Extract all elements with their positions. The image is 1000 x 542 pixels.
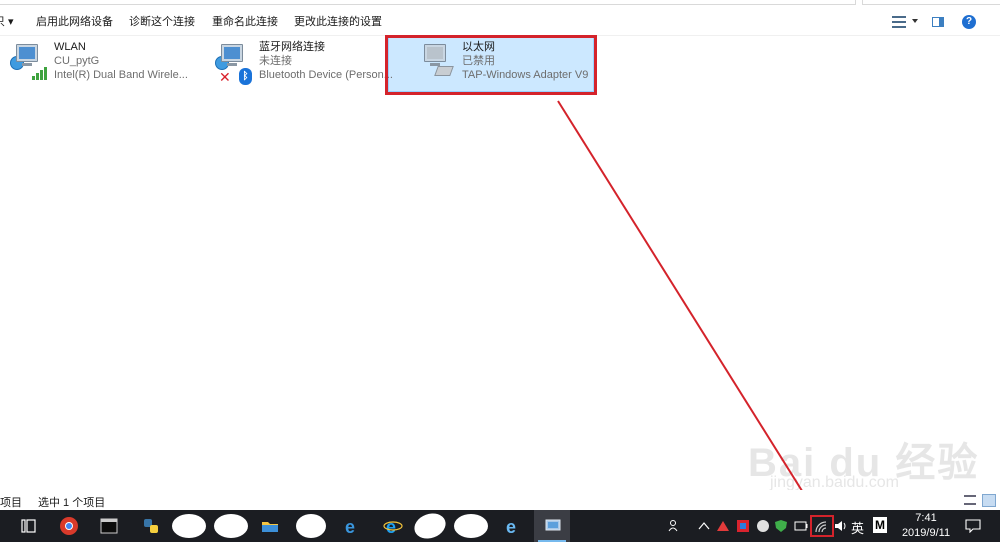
edge-icon: e bbox=[506, 517, 516, 536]
taskbar-app-terminal[interactable] bbox=[90, 510, 126, 542]
tray-app-red-icon[interactable] bbox=[716, 519, 730, 533]
annotation-wifi-highlight bbox=[810, 515, 834, 537]
redacted-app-icon[interactable] bbox=[296, 514, 326, 538]
taskbar: e e e 英 M 7:41 2019/9/11 bbox=[0, 509, 1000, 542]
search-input[interactable] bbox=[862, 0, 1000, 5]
people-icon[interactable] bbox=[668, 519, 682, 533]
taskbar-app-file-explorer[interactable] bbox=[251, 510, 287, 542]
change-view-icon[interactable] bbox=[892, 16, 906, 28]
svg-text:e: e bbox=[386, 517, 396, 536]
adapter-status: 未连接 bbox=[259, 55, 292, 67]
taskbar-app-browser[interactable] bbox=[50, 510, 86, 542]
command-bar: 只 ▾ 启用此网络设备 诊断这个连接 重命名此连接 更改此连接的设置 ? bbox=[0, 8, 1000, 36]
diagnose-button[interactable]: 诊断这个连接 bbox=[129, 8, 195, 36]
tiles-view-icon[interactable] bbox=[982, 494, 996, 507]
folder-icon bbox=[262, 522, 278, 532]
change-settings-button[interactable]: 更改此连接的设置 bbox=[294, 8, 382, 36]
action-center-icon[interactable] bbox=[965, 519, 981, 533]
volume-icon[interactable] bbox=[834, 520, 848, 532]
redacted-app-icon[interactable] bbox=[410, 509, 450, 542]
details-view-icon[interactable] bbox=[964, 495, 976, 505]
item-count: 项目 bbox=[0, 497, 22, 509]
redacted-app-icon[interactable] bbox=[454, 514, 488, 538]
view-dropdown-icon[interactable] bbox=[912, 19, 918, 23]
enable-device-button[interactable]: 启用此网络设备 bbox=[36, 8, 113, 36]
adapter-bluetooth[interactable]: ✕ ᛒ 蓝牙网络连接 未连接 Bluetooth Device (Person.… bbox=[215, 40, 393, 92]
selection-count: 选中 1 个项目 bbox=[38, 497, 106, 509]
chrome-like-icon bbox=[60, 517, 78, 535]
network-computer-icon: ✕ ᛒ bbox=[215, 42, 253, 85]
network-connections-icon bbox=[545, 519, 561, 531]
clock[interactable]: 7:41 2019/9/11 bbox=[900, 511, 952, 541]
terminal-icon bbox=[100, 518, 118, 534]
organize-menu[interactable]: 只 ▾ bbox=[0, 8, 14, 36]
tray-app-security-icon[interactable] bbox=[736, 519, 750, 533]
bluetooth-icon: ᛒ bbox=[239, 68, 252, 85]
status-bar: 项目 选中 1 个项目 bbox=[0, 490, 1000, 510]
taskbar-app-edge-2[interactable]: e bbox=[494, 510, 530, 542]
address-bar bbox=[0, 0, 1000, 6]
task-view-button[interactable] bbox=[10, 510, 46, 542]
taskbar-app-ie[interactable]: e bbox=[374, 510, 410, 542]
taskbar-app-edge[interactable]: e bbox=[333, 510, 369, 542]
disconnected-x-icon: ✕ bbox=[219, 69, 231, 85]
tray-app-gray-icon[interactable] bbox=[756, 519, 770, 533]
help-icon[interactable]: ? bbox=[962, 15, 976, 29]
svg-text:e: e bbox=[506, 517, 516, 536]
rename-button[interactable]: 重命名此连接 bbox=[212, 8, 278, 36]
svg-text:e: e bbox=[345, 517, 355, 536]
internet-explorer-icon: e bbox=[383, 517, 403, 536]
adapter-wlan[interactable]: WLAN CU_pytG Intel(R) Dual Band Wirele..… bbox=[10, 40, 190, 92]
chevron-up-icon[interactable] bbox=[698, 521, 710, 531]
adapter-status: CU_pytG bbox=[54, 55, 100, 67]
address-input[interactable] bbox=[0, 0, 856, 5]
task-view-icon bbox=[21, 519, 36, 533]
python-icon bbox=[144, 519, 158, 533]
adapter-device: Bluetooth Device (Person... bbox=[259, 69, 393, 81]
adapter-device: Intel(R) Dual Band Wirele... bbox=[54, 69, 188, 81]
taskbar-app-python[interactable] bbox=[132, 510, 168, 542]
preview-pane-icon[interactable] bbox=[932, 17, 944, 27]
network-computer-icon bbox=[10, 42, 48, 82]
adapter-name: 蓝牙网络连接 bbox=[259, 41, 325, 53]
battery-icon[interactable] bbox=[794, 520, 808, 532]
wifi-signal-icon bbox=[32, 66, 50, 80]
taskbar-app-network-connections[interactable] bbox=[534, 510, 570, 542]
clock-date: 2019/9/11 bbox=[901, 527, 951, 539]
annotation-highlight-box bbox=[385, 35, 597, 95]
edge-icon: e bbox=[345, 517, 355, 536]
ime-language-indicator[interactable]: 英 bbox=[851, 518, 864, 537]
redacted-app-icon[interactable] bbox=[214, 514, 248, 538]
ime-mode-indicator[interactable]: M bbox=[873, 517, 887, 533]
redacted-app-icon[interactable] bbox=[172, 514, 206, 538]
adapter-name: WLAN bbox=[54, 41, 86, 53]
clock-time: 7:41 bbox=[915, 512, 937, 524]
shield-icon[interactable] bbox=[774, 519, 788, 533]
